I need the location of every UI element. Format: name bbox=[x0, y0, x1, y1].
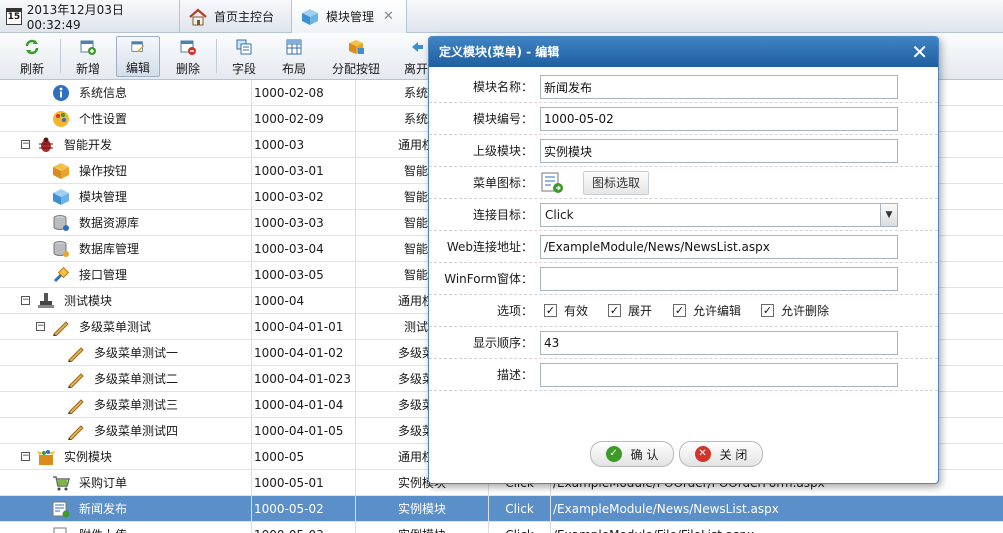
attachment-icon bbox=[53, 527, 67, 533]
fields-button[interactable]: 字段 bbox=[220, 36, 268, 77]
web-url-input[interactable] bbox=[540, 235, 898, 259]
pencil-icon bbox=[68, 399, 84, 414]
delete-button[interactable]: 删除 bbox=[164, 36, 212, 77]
tab-module-label: 模块管理 bbox=[326, 10, 375, 24]
winform-input[interactable] bbox=[540, 267, 898, 291]
tab-home[interactable]: 首页主控台 bbox=[180, 0, 292, 33]
sort-order-input[interactable] bbox=[540, 331, 898, 355]
tab-home-label: 首页主控台 bbox=[214, 10, 275, 24]
form-row-code: 模块编号： bbox=[429, 103, 938, 135]
delete-icon bbox=[180, 40, 196, 55]
top-tab-bar: 15 2013年12月03日 00:32:49 首页主控台 模块管理 ✕ bbox=[0, 0, 1003, 33]
fields-icon bbox=[236, 39, 252, 55]
layout-icon bbox=[286, 39, 302, 55]
module-code-input[interactable] bbox=[540, 107, 898, 131]
tab-module-management[interactable]: 模块管理 ✕ bbox=[292, 0, 407, 33]
refresh-button[interactable]: 刷新 bbox=[8, 36, 56, 77]
cube-icon bbox=[302, 8, 318, 25]
plug-icon bbox=[53, 266, 70, 283]
palette-icon bbox=[53, 111, 69, 127]
parent-module-input[interactable] bbox=[540, 139, 898, 163]
add-icon bbox=[80, 40, 96, 55]
bug-icon bbox=[39, 137, 53, 152]
layout-button[interactable]: 布局 bbox=[270, 36, 318, 77]
module-name-input[interactable] bbox=[540, 75, 898, 99]
allow-edit-checkbox[interactable]: ✓ bbox=[673, 304, 686, 317]
form-row-sort: 显示顺序： bbox=[429, 327, 938, 359]
collapse-toggle[interactable]: − bbox=[36, 322, 45, 331]
pencil-icon bbox=[68, 425, 84, 440]
form-row-target: 连接目标： Click ▼ bbox=[429, 199, 938, 231]
pencil-icon bbox=[53, 321, 69, 336]
dialog-close-icon[interactable]: ✕ bbox=[911, 37, 928, 67]
shopping-cart-icon bbox=[53, 476, 70, 491]
allow-delete-checkbox[interactable]: ✓ bbox=[761, 304, 774, 317]
form-row-name: 模块名称： bbox=[429, 71, 938, 103]
package-icon bbox=[349, 40, 364, 54]
table-row[interactable]: 附件上传 1000-05-03 实例模块 Click /ExampleModul… bbox=[0, 522, 1003, 533]
edit-icon bbox=[131, 41, 145, 53]
refresh-icon bbox=[25, 39, 39, 55]
form-row-description: 描述： bbox=[429, 359, 938, 391]
add-button[interactable]: 新增 bbox=[64, 36, 112, 77]
chevron-down-icon[interactable]: ▼ bbox=[880, 204, 897, 226]
description-input[interactable] bbox=[540, 363, 898, 387]
pencil-icon bbox=[68, 373, 84, 388]
database-settings-icon bbox=[53, 241, 69, 257]
enabled-checkbox[interactable]: ✓ bbox=[544, 304, 557, 317]
form-row-options: 选项： ✓ 有效 ✓ 展开 ✓ 允许编辑 ✓ 允许删除 bbox=[429, 295, 938, 327]
newspaper-icon bbox=[52, 501, 70, 518]
form-row-winform: WinForm窗体： bbox=[429, 263, 938, 295]
open-box-icon bbox=[37, 450, 55, 465]
confirm-button[interactable]: ✓ 确 认 bbox=[590, 441, 674, 467]
dialog-title-bar[interactable]: 定义模块(菜单) - 编辑 ✕ bbox=[429, 37, 938, 67]
close-button[interactable]: ✕ 关 闭 bbox=[679, 441, 763, 467]
clock: 15 2013年12月03日 00:32:49 bbox=[0, 0, 180, 33]
menu-icon-preview bbox=[541, 172, 563, 193]
expand-checkbox[interactable]: ✓ bbox=[608, 304, 621, 317]
form-row-web-url: Web连接地址： bbox=[429, 231, 938, 263]
pencil-icon bbox=[68, 347, 84, 362]
toolbar-divider bbox=[60, 39, 61, 73]
close-icon: ✕ bbox=[694, 446, 711, 462]
collapse-toggle[interactable]: − bbox=[21, 452, 30, 461]
home-icon bbox=[189, 8, 207, 25]
link-target-select[interactable]: Click ▼ bbox=[540, 203, 898, 227]
info-icon bbox=[53, 85, 69, 101]
toolbar-divider bbox=[216, 39, 217, 73]
collapse-toggle[interactable]: − bbox=[21, 296, 30, 305]
tab-close-icon[interactable]: ✕ bbox=[383, 9, 394, 24]
edit-module-dialog: 定义模块(菜单) - 编辑 ✕ 模块名称： 模块编号： 上级模块： 菜单图标： … bbox=[428, 36, 939, 484]
database-icon bbox=[53, 215, 69, 231]
collapse-toggle[interactable]: − bbox=[21, 140, 30, 149]
exit-icon bbox=[412, 42, 423, 52]
boxes-icon bbox=[53, 163, 69, 179]
edit-button[interactable]: 编辑 bbox=[116, 36, 160, 77]
form-row-parent: 上级模块： bbox=[429, 135, 938, 167]
form-row-icon: 菜单图标： 图标选取 bbox=[429, 167, 938, 199]
stamp-icon bbox=[38, 293, 54, 308]
check-icon: ✓ bbox=[605, 446, 622, 462]
assign-buttons-button[interactable]: 分配按钮 bbox=[326, 36, 386, 77]
current-datetime: 2013年12月03日 00:32:49 bbox=[26, 3, 124, 32]
dialog-title: 定义模块(菜单) - 编辑 bbox=[439, 45, 560, 59]
cube-icon bbox=[53, 189, 69, 205]
table-row-selected[interactable]: 新闻发布 1000-05-02 实例模块 Click /ExampleModul… bbox=[0, 496, 1003, 522]
icon-picker-button[interactable]: 图标选取 bbox=[583, 171, 649, 195]
calendar-icon: 15 bbox=[6, 8, 22, 25]
